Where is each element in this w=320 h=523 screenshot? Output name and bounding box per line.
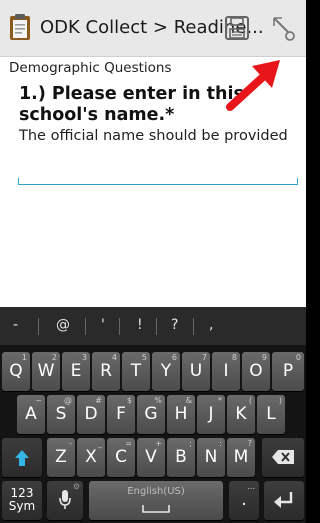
key-p[interactable]: 0P [272, 352, 304, 391]
key-v[interactable]: + V [137, 438, 165, 477]
symbols-key-bottom: Sym [8, 499, 36, 513]
space-bar[interactable]: English(US) [89, 481, 223, 520]
key-s[interactable]: @ S [47, 395, 75, 434]
group-name: Demographic Questions [9, 60, 172, 76]
input-right-edge [297, 178, 298, 185]
settings-gear-hint: ⚙ [72, 482, 80, 491]
key-w[interactable]: 2W [32, 352, 60, 391]
suggestion-comma[interactable]: , [209, 317, 213, 333]
key-z[interactable]: -Z [47, 438, 75, 477]
key-k[interactable]: (K [227, 395, 255, 434]
key-sup: $ [126, 396, 132, 405]
key-sup: ( [248, 396, 252, 405]
key-sup: @ [64, 396, 72, 405]
key-m[interactable]: ? M [227, 438, 255, 477]
backspace-key[interactable] [262, 438, 304, 477]
shift-arrow-icon [15, 450, 29, 466]
key-y[interactable]: 6Y [152, 352, 180, 391]
backspace-icon [272, 450, 294, 464]
key-sup: ) [278, 396, 282, 405]
key-i[interactable]: 8I [212, 352, 240, 391]
key-sup: # [95, 396, 102, 405]
key-sup: * [218, 396, 222, 405]
save-icon[interactable] [224, 14, 250, 42]
key-sup: 6 [171, 353, 177, 362]
microphone-icon [59, 490, 71, 509]
key-sup: = [125, 439, 132, 448]
key-sup: 8 [231, 353, 237, 362]
space-icon [142, 505, 170, 513]
key-sup: 1 [21, 353, 27, 362]
key-q[interactable]: 1Q [2, 352, 30, 391]
suggestion-hyphen[interactable]: - [13, 317, 18, 333]
key-h[interactable]: & H [167, 395, 195, 434]
key-n[interactable]: :N [197, 438, 225, 477]
key-sup: & [185, 396, 192, 405]
key-sup: 3 [81, 353, 87, 362]
suggestion-divider [119, 318, 120, 335]
key-d[interactable]: # D [77, 395, 105, 434]
suggestion-divider [156, 318, 157, 335]
suggestion-divider [193, 318, 194, 335]
suggestion-at[interactable]: @ [56, 317, 70, 333]
symbols-key[interactable]: 123 Sym [2, 481, 42, 520]
suggestion-question[interactable]: ? [171, 317, 178, 333]
input-left-edge [18, 178, 19, 185]
answer-text-field[interactable] [18, 171, 298, 185]
key-sup: ; [189, 439, 192, 448]
key-f[interactable]: $ F [107, 395, 135, 434]
key-t[interactable]: 5T [122, 352, 150, 391]
key-sup: + [155, 439, 162, 448]
voice-input-key[interactable]: ⚙ [47, 481, 83, 520]
key-sup: 0 [295, 353, 301, 362]
key-sup: 9 [261, 353, 267, 362]
enter-key[interactable] [264, 481, 304, 520]
key-sup: 7 [201, 353, 207, 362]
action-bar: ODK Collect > Readine... [0, 0, 306, 57]
period-key[interactable]: ... . [229, 481, 259, 520]
shift-key[interactable] [2, 438, 42, 477]
key-j[interactable]: * J [197, 395, 225, 434]
key-sup: 5 [141, 353, 147, 362]
question-hint: The official name should be provided [19, 128, 288, 144]
key-o[interactable]: 9O [242, 352, 270, 391]
key-u[interactable]: 7U [182, 352, 210, 391]
key-r[interactable]: 4R [92, 352, 120, 391]
key-l[interactable]: ) L [257, 395, 285, 434]
suggestion-exclamation[interactable]: ! [137, 317, 143, 333]
suggestion-divider [38, 318, 39, 335]
soft-keyboard: - @ ' ! ? , 1Q 2W 3E 4R 5T 6Y 7U 8I 9O 0… [0, 307, 306, 523]
clipboard-icon[interactable] [9, 13, 31, 41]
period-key-sup: ... [247, 482, 255, 491]
go-to-end-icon[interactable] [270, 15, 296, 43]
key-sup: 2 [51, 353, 57, 362]
key-sup: ? [247, 439, 252, 448]
key-a[interactable]: ~ A [17, 395, 45, 434]
key-sup: % [154, 396, 162, 405]
enter-arrow-icon [274, 492, 293, 508]
key-c[interactable]: = C [107, 438, 135, 477]
key-sup: : [219, 439, 222, 448]
symbol-suggestion-bar: - @ ' ! ? , [0, 307, 306, 345]
key-x[interactable]: _ X [77, 438, 105, 477]
key-sup: 4 [111, 353, 117, 362]
key-sup: - [69, 439, 72, 448]
key-g[interactable]: % G [137, 395, 165, 434]
key-sup: ~ [35, 396, 42, 405]
suggestion-apostrophe[interactable]: ' [101, 317, 105, 333]
red-arrow-icon [226, 60, 280, 111]
key-b[interactable]: ; B [167, 438, 195, 477]
key-e[interactable]: 3E [62, 352, 90, 391]
suggestion-divider [85, 318, 86, 335]
key-sup: _ [98, 439, 102, 448]
space-language-label: English(US) [127, 486, 185, 497]
